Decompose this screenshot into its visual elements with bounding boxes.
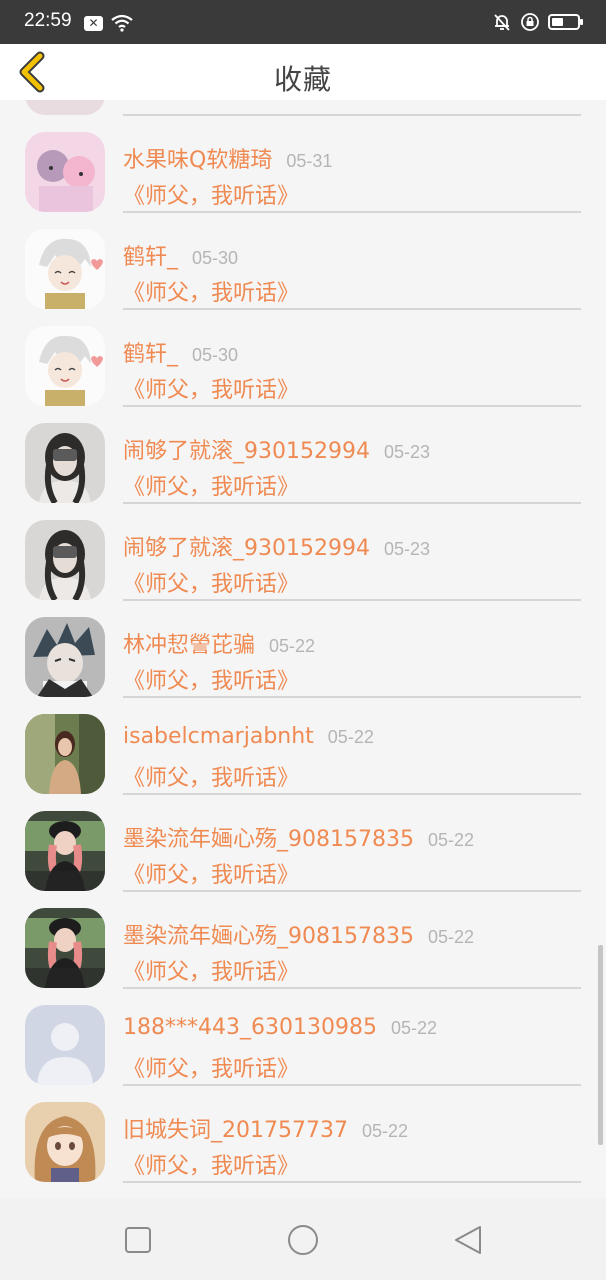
- user-name[interactable]: isabelcmarjabnht: [123, 724, 314, 749]
- user-name[interactable]: 林冲恝謍芘骗: [123, 633, 255, 658]
- avatar[interactable]: [25, 811, 105, 891]
- avatar[interactable]: [25, 714, 105, 794]
- book-title[interactable]: 《师父，我听话》: [123, 1148, 299, 1180]
- square-icon[interactable]: [120, 1222, 156, 1258]
- favorite-date: 05-22: [390, 1018, 438, 1038]
- favorite-date: 05-23: [383, 442, 431, 462]
- scrollbar[interactable]: [598, 945, 603, 1145]
- avatar[interactable]: [25, 1005, 105, 1085]
- system-nav-bar: [0, 1198, 606, 1280]
- avatar[interactable]: [25, 229, 105, 309]
- avatar[interactable]: [25, 423, 105, 503]
- book-title[interactable]: 《师父，我听话》: [123, 954, 299, 986]
- list-item[interactable]: 墨染流年婳心殇_908157835 05-22 《师父，我听话》: [0, 795, 606, 892]
- favorite-date: 05-30: [192, 345, 239, 365]
- list-item[interactable]: 水果味Q软糖琦 05-31 《师父，我听话》: [0, 116, 606, 213]
- avatar[interactable]: [25, 1102, 105, 1182]
- list-item[interactable]: 林冲恝謍芘骗 05-22 《师父，我听话》: [0, 601, 606, 698]
- favorite-date: 05-31: [286, 151, 333, 171]
- user-name[interactable]: 鹤轩_: [123, 245, 178, 270]
- book-title[interactable]: 《师父，我听话》: [123, 178, 299, 210]
- book-title[interactable]: 《师父，我听话》: [123, 760, 299, 792]
- list-item[interactable]: 闹够了就滚_930152994 05-23 《师父，我听话》: [0, 407, 606, 504]
- status-time: 22:59: [24, 10, 72, 31]
- mute-bell-icon: [494, 14, 510, 31]
- lock-rotation-icon: [521, 13, 539, 31]
- app-header: 收藏: [0, 44, 606, 100]
- avatar[interactable]: [25, 132, 105, 212]
- favorite-date: 05-30: [192, 248, 239, 268]
- battery-icon: [548, 14, 583, 30]
- favorites-list[interactable]: 水果味Q软糖琦 05-31 《师父，我听话》 鹤轩_ 05-30 《师父，我听话》 鹤轩_ 0…: [0, 100, 606, 1198]
- list-item[interactable]: isabelcmarjabnht 05-22 《师父，我听话》: [0, 698, 606, 795]
- user-name[interactable]: 旧城失词_201757737: [123, 1118, 348, 1143]
- page-title: 收藏: [273, 63, 332, 96]
- avatar[interactable]: [25, 326, 105, 406]
- favorite-date: 05-23: [383, 539, 431, 559]
- list-item[interactable]: 188***443_630130985 05-22 《师父，我听话》: [0, 989, 606, 1086]
- list-item[interactable]: 鹤轩_ 05-30 《师父，我听话》: [0, 213, 606, 310]
- book-title[interactable]: 《师父，我听话》: [123, 469, 299, 501]
- user-name[interactable]: 墨染流年婳心殇_908157835: [123, 924, 414, 949]
- book-title[interactable]: 《师父，我听话》: [123, 372, 299, 404]
- wifi-icon: [111, 14, 133, 32]
- favorite-date: 05-22: [361, 1121, 409, 1141]
- list-item[interactable]: 闹够了就滚_930152994 05-23 《师父，我听话》: [0, 504, 606, 601]
- book-title[interactable]: 《师父，我听话》: [123, 275, 299, 307]
- triangle-back-icon[interactable]: [450, 1222, 486, 1258]
- circle-icon[interactable]: [285, 1222, 321, 1258]
- favorite-date: 05-22: [427, 927, 475, 947]
- avatar[interactable]: [25, 100, 105, 115]
- favorite-date: 05-22: [327, 727, 374, 747]
- favorite-date: 05-22: [269, 636, 316, 656]
- list-item[interactable]: 墨染流年婳心殇_908157835 05-22 《师父，我听话》: [0, 892, 606, 989]
- avatar[interactable]: [25, 520, 105, 600]
- user-name[interactable]: 188***443_630130985: [123, 1015, 377, 1040]
- list-item[interactable]: [0, 100, 606, 116]
- book-title[interactable]: 《师父，我听话》: [123, 663, 299, 695]
- book-title[interactable]: 《师父，我听话》: [123, 566, 299, 598]
- avatar[interactable]: [25, 617, 105, 697]
- book-title[interactable]: 《师父，我听话》: [123, 1051, 299, 1083]
- status-bar: 22:59 ✕: [0, 0, 606, 44]
- avatar[interactable]: [25, 908, 105, 988]
- user-name[interactable]: 闹够了就滚_930152994: [123, 439, 370, 464]
- user-name[interactable]: 鹤轩_: [123, 342, 178, 367]
- book-title[interactable]: 《师父，我听话》: [123, 857, 299, 889]
- user-name[interactable]: 水果味Q软糖琦: [123, 148, 272, 173]
- list-item[interactable]: 鹤轩_ 05-30 《师父，我听话》: [0, 310, 606, 407]
- list-item[interactable]: 旧城失词_201757737 05-22 《师父，我听话》: [0, 1086, 606, 1183]
- user-name[interactable]: 闹够了就滚_930152994: [123, 536, 370, 561]
- user-name[interactable]: 墨染流年婳心殇_908157835: [123, 827, 414, 852]
- favorite-date: 05-22: [427, 830, 475, 850]
- list-item[interactable]: [0, 1183, 606, 1198]
- notification-x-icon: ✕: [84, 15, 103, 31]
